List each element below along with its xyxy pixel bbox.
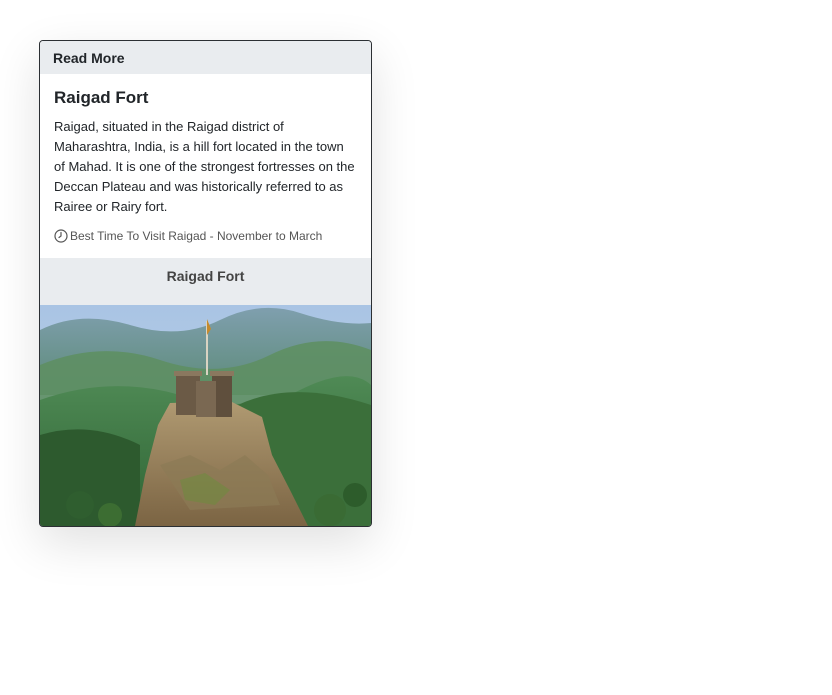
- fort-photo: [40, 305, 371, 526]
- card-body: Raigad Fort Raigad, situated in the Raig…: [40, 74, 371, 258]
- image-caption-bar: Raigad Fort: [40, 258, 371, 305]
- best-time-text: Best Time To Visit Raigad - November to …: [70, 229, 323, 243]
- read-more-label[interactable]: Read More: [53, 50, 125, 66]
- fort-card: Read More Raigad Fort Raigad, situated i…: [39, 40, 372, 527]
- card-title: Raigad Fort: [54, 88, 149, 107]
- best-time-row: Best Time To Visit Raigad - November to …: [54, 229, 357, 243]
- card-description: Raigad, situated in the Raigad district …: [54, 119, 355, 214]
- image-caption: Raigad Fort: [166, 268, 245, 284]
- read-more-header[interactable]: Read More: [40, 41, 371, 74]
- clock-icon: [54, 229, 68, 243]
